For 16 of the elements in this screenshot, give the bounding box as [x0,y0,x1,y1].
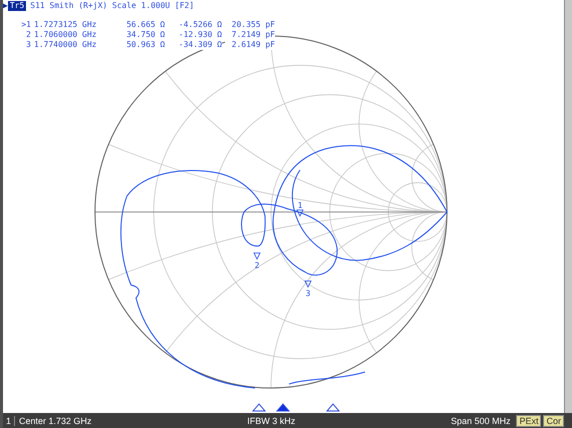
channel-number: 1 [3,416,16,426]
status-flag: PExt [516,414,542,426]
trace-title: S11 Smith (R+jX) Scale 1.000U [F2] [30,1,194,11]
marker-label: 3 [306,289,310,298]
trace-id[interactable]: Tr5 [8,1,26,11]
marker-capacitance: 2.6149 pF [225,40,275,50]
center-frequency: Center 1.732 GHz [19,416,92,426]
span-label: Span 500 MHz [450,416,510,426]
marker-label: 1 [298,201,302,210]
marker-label: 2 [254,261,260,270]
active-trace-indicator: ▶ [3,1,8,11]
ifbw-label: IFBW 3 kHz [247,416,296,426]
marker-triangle-icon [304,280,312,288]
status-flag: Cor [543,414,564,426]
marker-triangle-icon [253,252,261,260]
marker-triangle-icon [296,210,304,217]
